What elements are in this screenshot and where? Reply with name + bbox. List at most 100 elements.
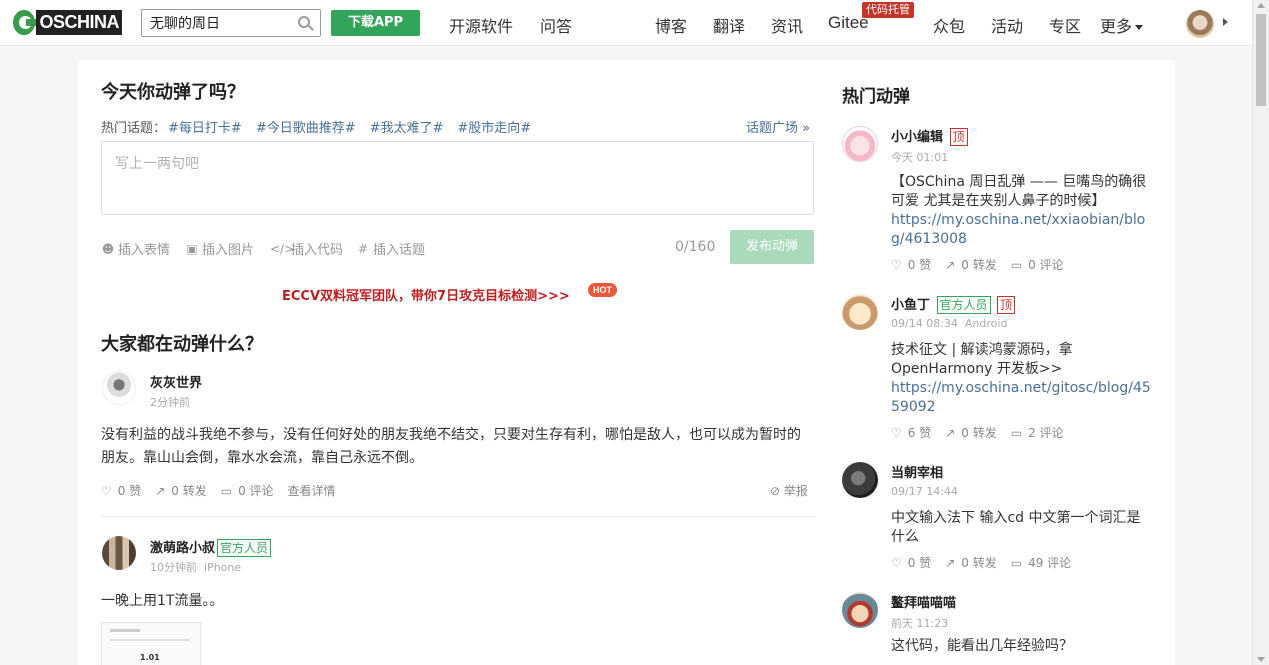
comment-button[interactable]: ▭ 0 评论 [221, 482, 274, 499]
hot-username-label: 小小编辑 [891, 130, 944, 145]
nav-link-crowdsource[interactable]: 众包 [933, 13, 965, 37]
compose-title: 今天你动弹了吗？ [101, 82, 245, 103]
report-button[interactable]: ⊘ 举报 [770, 482, 808, 499]
hot-link[interactable]: https://my.oschina.net/gitosc/blog/45590… [891, 379, 1153, 417]
topic-link[interactable]: #今日歌曲推荐# [256, 121, 356, 136]
insert-emoji-button[interactable]: ☻ 插入表情 [101, 239, 170, 259]
repost-button[interactable]: ↗ 0 转发 [945, 256, 997, 273]
topic-link[interactable]: #每日打卡# [168, 121, 242, 136]
avatar[interactable] [102, 371, 136, 405]
like-button[interactable]: ♡ 0 赞 [101, 482, 141, 499]
official-badge: 官方人员 [936, 296, 991, 314]
hot-username[interactable]: 小鱼丁 官方人员 顶 [891, 294, 1016, 314]
topic-link[interactable]: #我太难了# [370, 121, 444, 136]
avatar[interactable] [842, 294, 878, 330]
scroll-down-arrow-icon[interactable] [1257, 657, 1265, 662]
hot-topics-label: 热门话题： [101, 121, 167, 136]
ad-link[interactable]: ECCV双料冠军团队，带你7日攻克目标检测>>> [282, 285, 570, 304]
repost-count: 0 转发 [961, 426, 997, 440]
hot-actions: ♡ 6 赞 ↗ 0 转发 ▭ 2 评论 [891, 424, 1064, 441]
hot-text: 【OSChina 周日乱弹 —— 巨嘴鸟的确很可爱 尤其是在夹别人鼻子的时候】 [891, 174, 1147, 209]
logo-mark-icon [13, 10, 38, 35]
post-content: 没有利益的战斗我绝不参与，没有任何好处的朋友我绝不结交，只要对生存有利，哪怕是敌… [101, 427, 801, 466]
insert-image-button[interactable]: ▣ 插入图片 [185, 239, 254, 259]
avatar[interactable] [102, 536, 136, 570]
scrollbar-thumb[interactable] [1256, 14, 1266, 106]
user-avatar[interactable] [1186, 10, 1214, 38]
hot-actions: ♡ 0 赞 ↗ 0 转发 ▭ 49 评论 [891, 554, 1071, 571]
hot-username[interactable]: 鳌拜喵喵喵 [891, 592, 956, 611]
hot-username[interactable]: 当朝宰相 [891, 462, 943, 481]
comment-icon: ▭ [1010, 425, 1023, 440]
more-label: 更多 [1100, 17, 1133, 36]
comment-button[interactable]: ▭ 2 评论 [1011, 424, 1064, 441]
post-time: 10分钟前 iPhone [150, 559, 241, 575]
publish-button[interactable]: 发布动弹 [730, 230, 814, 264]
logo-text: OSCHINA [36, 10, 122, 35]
top-badge: 顶 [949, 128, 968, 146]
like-button[interactable]: ♡ 0 赞 [891, 256, 931, 273]
ban-icon: ⊘ [770, 484, 784, 498]
post-textarea[interactable] [102, 142, 813, 214]
nav-link-blog[interactable]: 博客 [655, 13, 687, 37]
nav-link-zones[interactable]: 专区 [1049, 13, 1081, 37]
insert-code-button[interactable]: </> 插入代码 [270, 239, 344, 259]
comment-count: 49 评论 [1028, 556, 1072, 570]
repost-count: 0 转发 [961, 258, 997, 272]
like-button[interactable]: ♡ 6 赞 [891, 424, 931, 441]
repost-button[interactable]: ↗ 0 转发 [945, 424, 997, 441]
comment-icon: ▭ [1010, 257, 1023, 272]
like-count: 6 赞 [907, 426, 932, 440]
nav-link-qa[interactable]: 问答 [540, 13, 572, 37]
report-label: 举报 [783, 484, 808, 498]
insert-code-label: 插入代码 [291, 243, 344, 258]
post-username[interactable]: 激萌路小叔 官方人员 [150, 537, 272, 557]
comment-button[interactable]: ▭ 0 评论 [1011, 256, 1064, 273]
repost-button[interactable]: ↗ 0 转发 [155, 482, 207, 499]
post-image[interactable]: 1.01 [101, 622, 201, 665]
download-app-button[interactable]: 下载APP [331, 10, 420, 36]
nav-link-news[interactable]: 资讯 [771, 13, 803, 37]
hot-time: 09/14 08:34 Android [891, 317, 1007, 330]
image-decoration [110, 639, 190, 641]
scroll-up-arrow-icon[interactable] [1257, 3, 1265, 8]
chevron-right-icon[interactable] [1223, 18, 1228, 26]
hot-text: 中文输入法下 输入cd 中文第一个词汇是什么 [891, 510, 1141, 545]
feed-title: 大家都在动弹什么？ [101, 334, 263, 355]
hot-section-title: 热门动弹 [842, 87, 910, 107]
comment-icon: ▭ [1010, 555, 1023, 570]
post-actions: ♡ 0 赞 ↗ 0 转发 ▭ 0 评论 查看详情 [101, 482, 336, 499]
divider [101, 516, 814, 517]
topic-plaza-link[interactable]: 话题广场 » [746, 117, 810, 136]
insert-topic-button[interactable]: # 插入话题 [356, 239, 425, 259]
comment-icon: ▭ [220, 483, 233, 498]
share-icon: ↗ [945, 425, 956, 440]
post-username-label: 激萌路小叔 [150, 541, 216, 556]
scrollbar[interactable] [1252, 0, 1269, 665]
search-input[interactable] [142, 10, 292, 36]
post-time-label: 10分钟前 [150, 561, 197, 574]
hot-username[interactable]: 小小编辑 顶 [891, 126, 968, 146]
nav-link-more[interactable]: 更多 [1100, 13, 1144, 37]
comment-button[interactable]: ▭ 49 评论 [1011, 554, 1071, 571]
search-icon[interactable] [298, 16, 310, 28]
hot-link[interactable]: https://my.oschina.net/xxiaobian/blog/46… [891, 211, 1153, 249]
nav-link-open-source[interactable]: 开源软件 [449, 13, 513, 37]
repost-count: 0 转发 [171, 484, 207, 498]
avatar[interactable] [842, 462, 878, 498]
search-box [141, 9, 321, 37]
avatar[interactable] [842, 126, 878, 162]
avatar[interactable] [842, 592, 878, 628]
nav-link-events[interactable]: 活动 [991, 13, 1023, 37]
hot-text: 这代码，能看出几年经验吗？ [891, 638, 1073, 654]
view-detail-link[interactable]: 查看详情 [288, 482, 336, 499]
repost-count: 0 转发 [961, 556, 997, 570]
top-navbar: OSCHINA 下载APP 开源软件 问答 博客 翻译 资讯 Gitee 代码托… [0, 0, 1252, 46]
nav-link-translate[interactable]: 翻译 [713, 13, 745, 37]
hot-username-label: 小鱼丁 [891, 298, 931, 313]
post-username[interactable]: 灰灰世界 [150, 372, 202, 391]
repost-button[interactable]: ↗ 0 转发 [945, 554, 997, 571]
like-button[interactable]: ♡ 0 赞 [891, 554, 931, 571]
topic-link[interactable]: #股市走向# [457, 121, 531, 136]
oschina-logo[interactable]: OSCHINA [12, 8, 122, 37]
